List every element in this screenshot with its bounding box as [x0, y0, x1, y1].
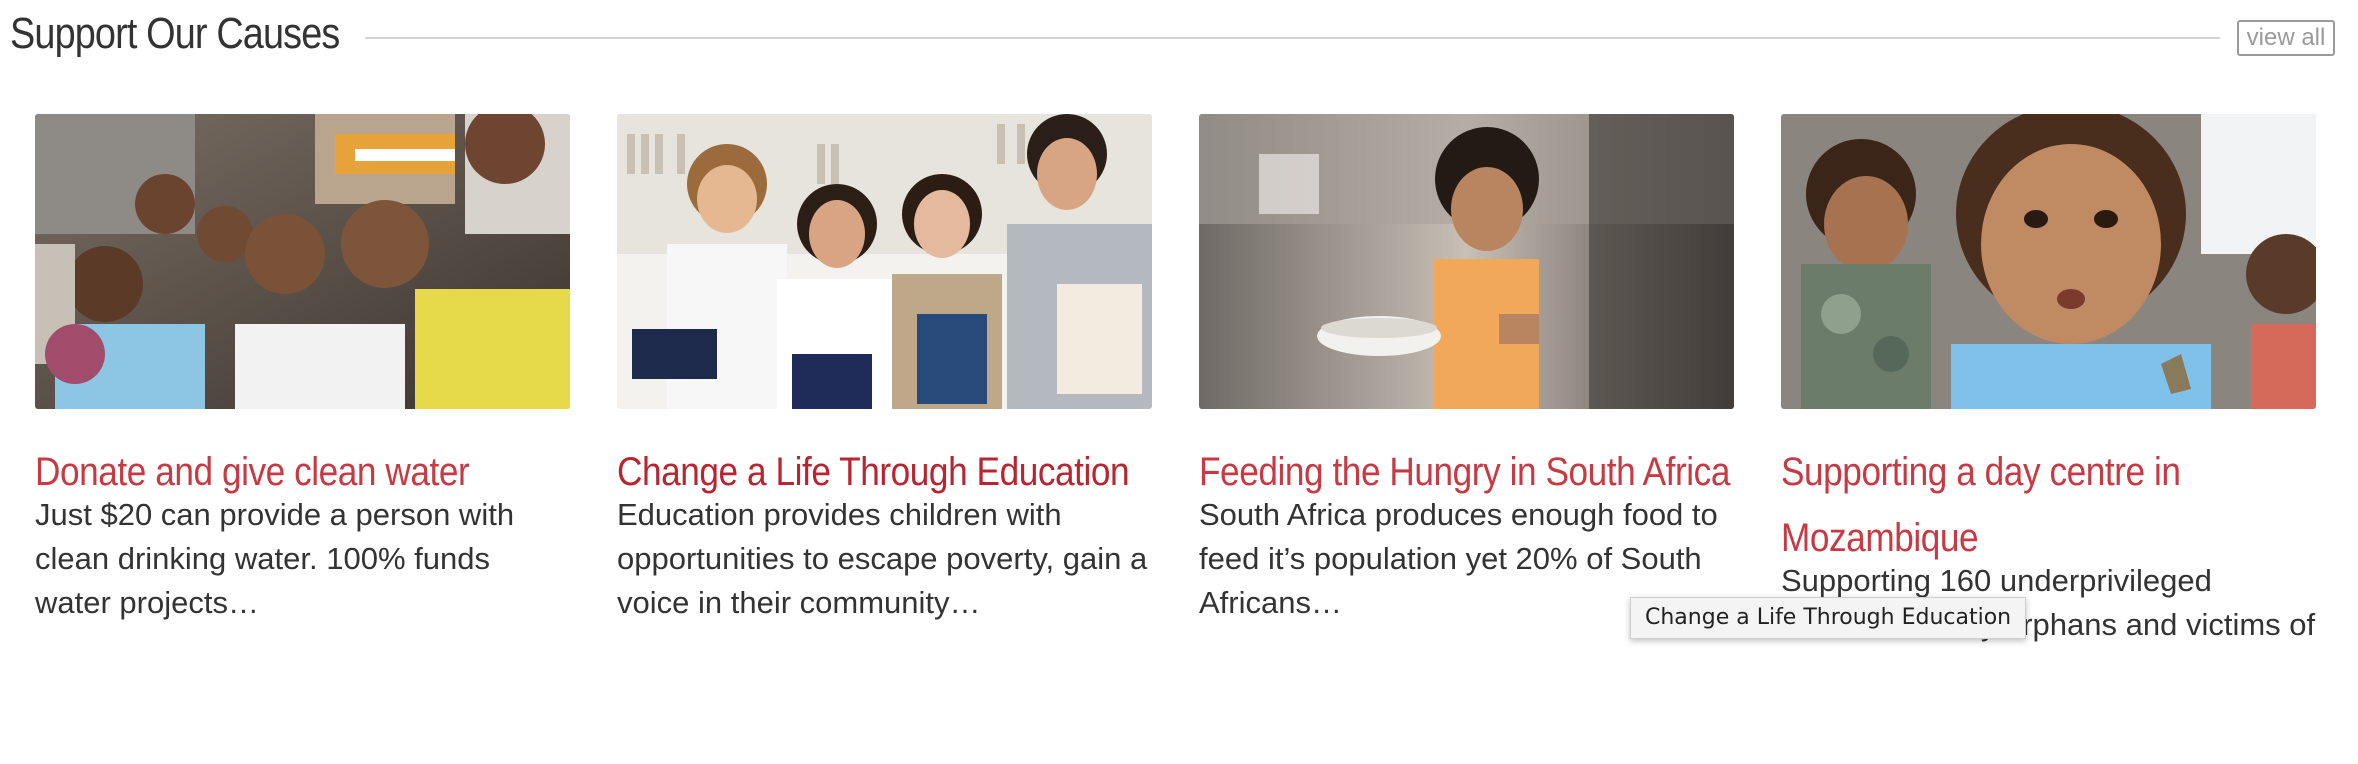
- cause-image-clean-water[interactable]: [35, 114, 570, 409]
- cause-title-mozambique[interactable]: Supporting a day centre in Mozambique: [1781, 439, 2316, 571]
- section-header: Support Our Causes view all: [10, 0, 2348, 66]
- section-title: Support Our Causes: [10, 9, 340, 58]
- cause-card-education: Change a Life Through Education Educatio…: [617, 114, 1152, 625]
- cause-description-clean-water: Just $20 can provide a person with clean…: [35, 497, 515, 620]
- view-all-button[interactable]: view all: [2237, 20, 2335, 56]
- cause-image-education[interactable]: [617, 114, 1152, 409]
- child-with-bowl-photo: [1199, 114, 1734, 409]
- cause-card-feeding-hungry: Feeding the Hungry in South Africa South…: [1199, 114, 1734, 625]
- cause-image-feeding-hungry[interactable]: [1199, 114, 1734, 409]
- children-group-photo: [35, 114, 570, 409]
- cause-card-mozambique: Supporting a day centre in Mozambique Su…: [1781, 114, 2316, 647]
- cause-title-feeding-hungry[interactable]: Feeding the Hungry in South Africa: [1199, 439, 1734, 505]
- cause-title-clean-water[interactable]: Donate and give clean water: [35, 439, 570, 505]
- cause-card-clean-water: Donate and give clean water Just $20 can…: [35, 114, 570, 625]
- header-divider: [365, 37, 2220, 39]
- title-tooltip: Change a Life Through Education: [1630, 597, 2027, 639]
- cause-description-education: Education provides children with opportu…: [617, 497, 1148, 620]
- cause-image-mozambique[interactable]: [1781, 114, 2316, 409]
- cause-title-education[interactable]: Change a Life Through Education: [617, 439, 1152, 505]
- young-child-closeup-photo: [1781, 114, 2316, 409]
- students-photo: [617, 114, 1152, 409]
